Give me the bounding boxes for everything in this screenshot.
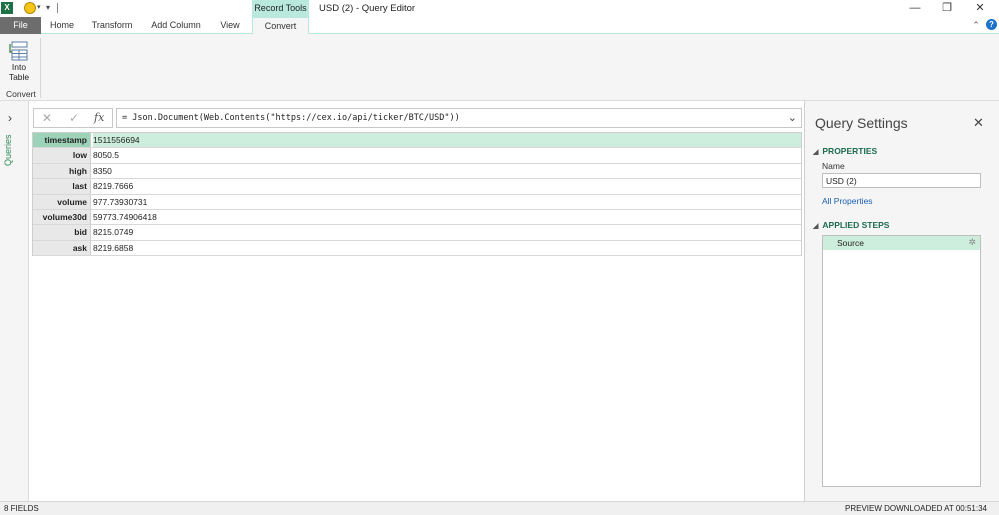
field-name[interactable]: last [33, 179, 91, 194]
expand-formula-icon[interactable]: ⌄ [788, 111, 797, 124]
field-name[interactable]: high [33, 163, 91, 179]
record-grid: timestamp 1511556694 low 8050.5 high 8350 last… [32, 132, 802, 257]
queries-pane-collapsed: › Queries [0, 101, 29, 501]
expand-queries-icon[interactable]: › [8, 111, 12, 125]
properties-section[interactable]: ◢ PROPERTIES [813, 146, 877, 156]
record-row[interactable]: volume30d 59773.74906418 [33, 209, 801, 226]
fields-count: 8 FIELDS [4, 504, 39, 513]
title-bar: X ▾ ▾ Record Tools USD (2) - Query Edito… [0, 0, 999, 17]
commit-formula-icon[interactable]: ✓ [69, 111, 79, 125]
cancel-formula-icon[interactable]: ✕ [42, 111, 52, 125]
field-value[interactable]: 8215.0749 [93, 225, 801, 239]
group-divider [40, 38, 41, 98]
into-table-label-1: Into [11, 62, 27, 72]
record-row[interactable]: bid 8215.0749 [33, 225, 801, 241]
step-label: Source [837, 238, 864, 248]
field-name[interactable]: bid [33, 225, 91, 240]
quick-access-separator [57, 3, 58, 13]
tab-transform[interactable]: Transform [86, 17, 138, 34]
ribbon-tabs: File Home Transform Add Column View Conv… [0, 17, 999, 35]
record-tools-context-label: Record Tools [252, 0, 309, 17]
field-value[interactable]: 1511556694 [93, 133, 801, 148]
record-row[interactable]: volume 977.73930731 [33, 194, 801, 210]
excel-icon: X [1, 2, 13, 14]
record-row[interactable]: low 8050.5 [33, 148, 801, 164]
convert-group-label: Convert [6, 89, 36, 99]
tab-add-column[interactable]: Add Column [146, 17, 206, 34]
field-value[interactable]: 8350 [93, 164, 801, 178]
formula-controls: ✕ ✓ fx [33, 108, 113, 128]
tab-convert[interactable]: Convert [252, 17, 309, 35]
field-name[interactable]: volume [33, 194, 91, 209]
query-settings-panel: Query Settings ✕ ◢ PROPERTIES Name All Pr… [805, 101, 999, 501]
ribbon-body: Into Table Convert [0, 34, 999, 101]
quick-access-caret-icon[interactable]: ▾ [46, 3, 50, 12]
properties-heading: PROPERTIES [822, 146, 878, 156]
restore-button[interactable]: ❐ [937, 1, 957, 15]
tab-home[interactable]: Home [44, 17, 80, 34]
fx-icon[interactable]: fx [94, 111, 104, 124]
field-name[interactable]: volume30d [33, 209, 91, 225]
field-name[interactable]: timestamp [33, 133, 91, 148]
status-bar: 8 FIELDS PREVIEW DOWNLOADED AT 00:51:34 [0, 501, 999, 515]
into-table-label-2: Table [8, 72, 30, 82]
all-properties-link[interactable]: All Properties [822, 196, 873, 206]
collapse-triangle-icon[interactable]: ◢ [813, 223, 818, 230]
field-value[interactable]: 8050.5 [93, 148, 801, 162]
formula-text[interactable]: = Json.Document(Web.Contents("https://ce… [122, 113, 460, 123]
query-name-input[interactable] [822, 173, 981, 188]
query-settings-title: Query Settings [815, 115, 908, 131]
field-name[interactable]: low [33, 148, 91, 163]
collapse-ribbon-icon[interactable]: ⌃ [970, 19, 982, 31]
record-row[interactable]: last 8219.7666 [33, 179, 801, 195]
record-row[interactable]: high 8350 [33, 163, 801, 180]
field-value[interactable]: 8219.6858 [93, 241, 801, 255]
collapse-triangle-icon[interactable]: ◢ [813, 149, 818, 156]
gear-icon[interactable]: ✲ [968, 237, 976, 248]
field-value[interactable]: 8219.7666 [93, 179, 801, 193]
feedback-caret-icon[interactable]: ▾ [37, 3, 41, 11]
record-row[interactable]: timestamp 1511556694 [33, 133, 801, 149]
field-value[interactable]: 977.73930731 [93, 195, 801, 209]
field-name[interactable]: ask [33, 240, 91, 256]
help-icon[interactable]: ? [986, 19, 997, 30]
minimize-button[interactable]: — [905, 1, 925, 15]
feedback-smiley-icon[interactable] [24, 2, 36, 14]
table-icon [8, 40, 30, 62]
name-label: Name [822, 161, 845, 171]
queries-label[interactable]: Queries [3, 134, 13, 166]
preview-status: PREVIEW DOWNLOADED AT 00:51:34 [845, 504, 987, 513]
field-value[interactable]: 59773.74906418 [93, 210, 801, 224]
tab-file[interactable]: File [0, 17, 41, 34]
into-table-button[interactable]: Into Table [4, 38, 34, 86]
step-source[interactable]: Source ✲ [823, 236, 980, 250]
applied-steps-list: Source ✲ [822, 235, 981, 487]
applied-steps-heading: APPLIED STEPS [822, 220, 890, 230]
applied-steps-section[interactable]: ◢ APPLIED STEPS [813, 220, 889, 230]
close-window-button[interactable]: ✕ [970, 1, 990, 15]
close-panel-icon[interactable]: ✕ [973, 115, 984, 131]
tab-view[interactable]: View [214, 17, 246, 34]
record-row[interactable]: ask 8219.6858 [33, 240, 801, 257]
formula-input[interactable]: = Json.Document(Web.Contents("https://ce… [116, 108, 802, 128]
window-title: USD (2) - Query Editor [319, 3, 416, 14]
